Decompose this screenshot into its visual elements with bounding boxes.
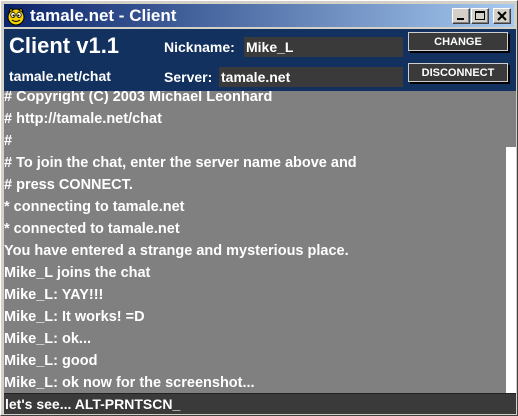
message-input-bar: [4, 393, 517, 414]
window-title: tamale.net - Client: [30, 6, 177, 25]
transcript-scrollbar[interactable]: [506, 91, 516, 393]
chat-line: You have entered a strange and mysteriou…: [4, 243, 349, 259]
close-icon: [497, 11, 507, 21]
chat-transcript[interactable]: # Copyright (C) 2003 Michael Leonhard # …: [4, 91, 504, 393]
change-button[interactable]: CHANGE: [408, 32, 508, 51]
maximize-icon: [475, 11, 485, 20]
disconnect-button[interactable]: DISCONNECT: [408, 63, 508, 82]
chat-line: Mike_L: YAY!!!: [4, 287, 104, 303]
chat-line: * connecting to tamale.net: [4, 199, 185, 215]
chat-line: # press CONNECT.: [4, 177, 133, 193]
minimize-button[interactable]: [452, 8, 470, 24]
client-window: tamale.net - Client Client v1.1 tamale.n…: [0, 0, 518, 416]
chat-line: # http://tamale.net/chat: [4, 111, 162, 127]
chat-line: Mike_L: ok...: [4, 331, 92, 347]
client-area: Client v1.1 tamale.net/chat Nickname: Se…: [4, 29, 517, 414]
app-version-title: Client v1.1: [9, 33, 120, 58]
chat-line: # To join the chat, enter the server nam…: [4, 155, 357, 171]
chat-line: Mike_L: good: [4, 353, 98, 369]
close-button[interactable]: [493, 8, 511, 24]
chat-line: Mike_L: ok now for the screenshot...: [4, 375, 255, 391]
minimize-icon: [457, 18, 464, 20]
header-panel: Client v1.1 tamale.net/chat Nickname: Se…: [4, 29, 516, 91]
chat-line: # Copyright (C) 2003 Michael Leonhard: [4, 91, 273, 105]
message-input[interactable]: [4, 394, 517, 414]
tamale-logo-icon[interactable]: [6, 6, 26, 26]
chat-line: #: [4, 133, 13, 149]
chat-line: Mike_L: It works! =D: [4, 309, 145, 325]
scrollbar-thumb[interactable]: [506, 147, 516, 393]
maximize-button[interactable]: [471, 8, 489, 24]
chat-line: * connected to tamale.net: [4, 221, 180, 237]
server-input[interactable]: [219, 67, 403, 87]
chat-line: Mike_L joins the chat: [4, 265, 151, 281]
nickname-input[interactable]: [244, 37, 403, 57]
title-bar[interactable]: tamale.net - Client: [4, 4, 514, 27]
server-label: Server:: [164, 69, 213, 85]
nickname-label: Nickname:: [164, 39, 235, 55]
chat-url-label: tamale.net/chat: [9, 68, 111, 84]
